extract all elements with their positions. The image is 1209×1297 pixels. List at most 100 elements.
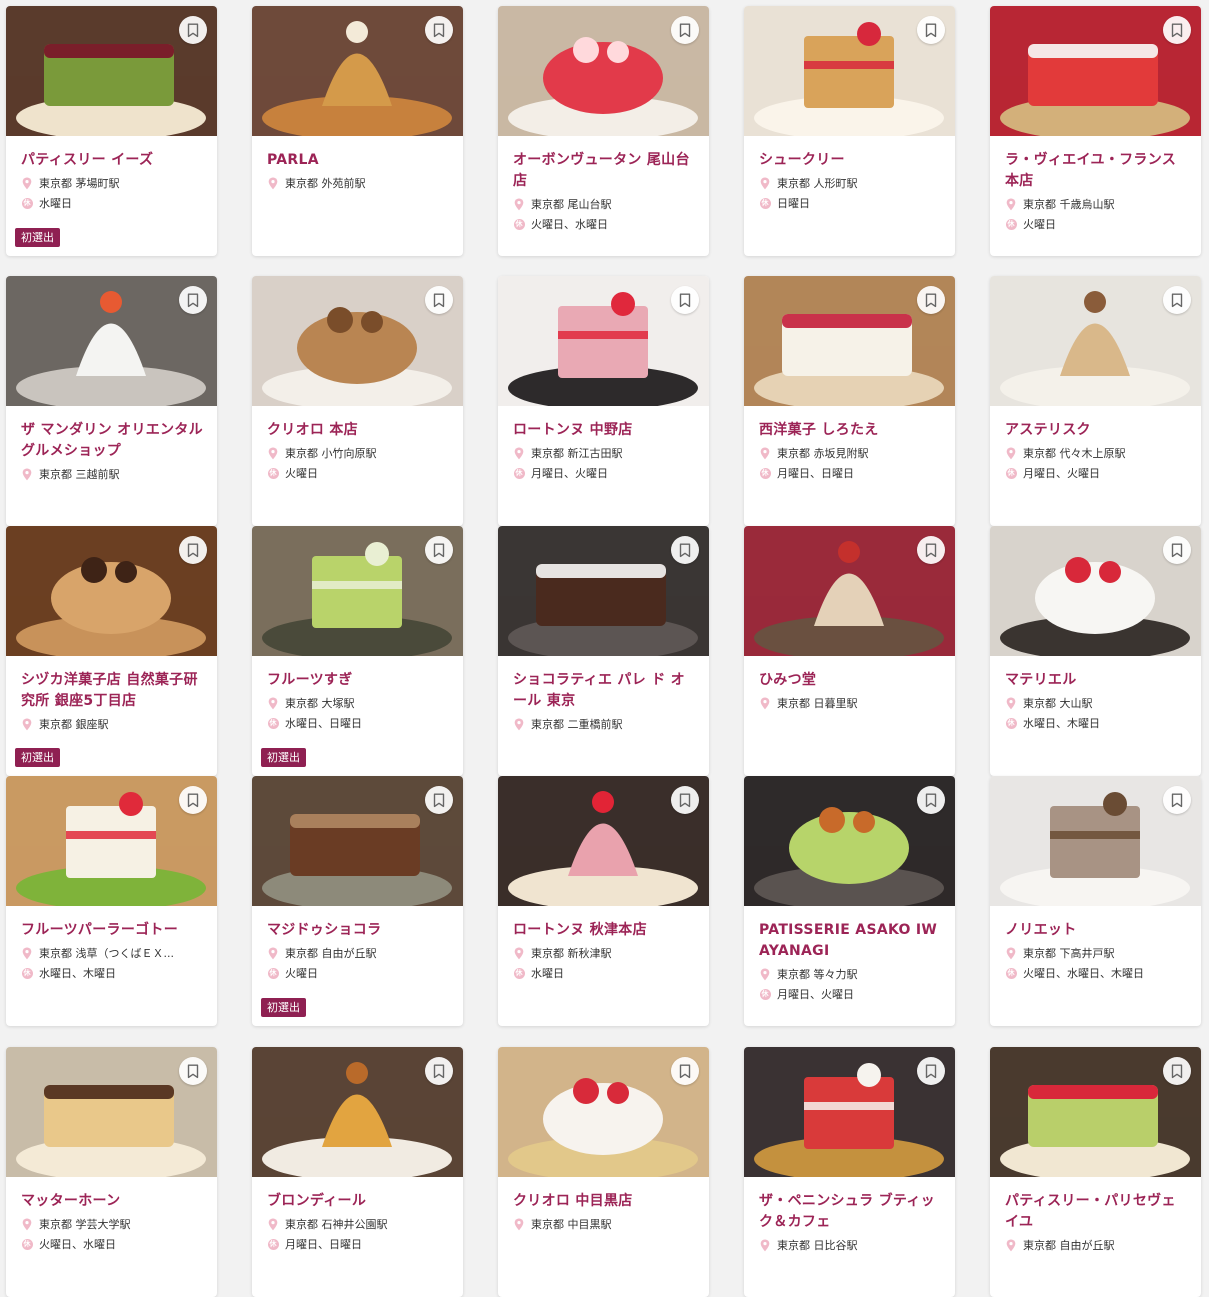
shop-name[interactable]: ザ・ペニンシュラ ブティック＆カフェ (759, 1191, 943, 1233)
closed-day-icon: 休 (267, 1239, 279, 1250)
bookmark-button[interactable] (917, 536, 945, 564)
bookmark-button[interactable] (179, 16, 207, 44)
shop-card[interactable]: アステリスク 東京都 代々木上原駅 休 月曜日、火曜日 (990, 276, 1201, 526)
shop-name[interactable]: パティスリー イーズ (21, 150, 205, 171)
bookmark-button[interactable] (671, 286, 699, 314)
shop-name[interactable]: PARLA (267, 150, 451, 171)
shop-name[interactable]: ノリエット (1005, 920, 1189, 941)
shop-card[interactable]: PATISSERIE ASAKO IWAYANAGI 東京都 等々力駅 休 月曜… (744, 776, 955, 1026)
shop-card[interactable]: シュークリー 東京都 人形町駅 休 日曜日 (744, 6, 955, 256)
shop-card[interactable]: クリオロ 本店 東京都 小竹向原駅 休 火曜日 (252, 276, 463, 526)
shop-name[interactable]: ラ・ヴィエイユ・フランス 本店 (1005, 150, 1189, 192)
shop-name[interactable]: ロートンヌ 中野店 (513, 420, 697, 441)
shop-name[interactable]: フルーツパーラーゴトー (21, 920, 205, 941)
bookmark-icon (187, 293, 199, 307)
closed-days-text: 月曜日、日曜日 (285, 1238, 362, 1251)
closed-day-icon: 休 (1005, 468, 1017, 479)
shop-name[interactable]: 西洋菓子 しろたえ (759, 420, 943, 441)
shop-name[interactable]: シュークリー (759, 150, 943, 171)
bookmark-button[interactable] (179, 786, 207, 814)
shop-name[interactable]: パティスリー・パリセヴェイユ (1005, 1191, 1189, 1233)
bookmark-button[interactable] (425, 16, 453, 44)
shop-card[interactable]: クリオロ 中目黒店 東京都 中目黒駅 (498, 1047, 709, 1297)
shop-card[interactable]: 西洋菓子 しろたえ 東京都 赤坂見附駅 休 月曜日、日曜日 (744, 276, 955, 526)
location-pin-icon (1005, 198, 1017, 211)
shop-name[interactable]: ブロンディール (267, 1191, 451, 1212)
shop-name[interactable]: マジドゥショコラ (267, 920, 451, 941)
location-row: 東京都 中目黒駅 (513, 1217, 697, 1232)
shop-name[interactable]: クリオロ 中目黒店 (513, 1191, 697, 1212)
location-text: 東京都 中目黒駅 (531, 1218, 612, 1231)
closed-days-text: 月曜日、火曜日 (531, 467, 608, 480)
shop-name[interactable]: PATISSERIE ASAKO IWAYANAGI (759, 920, 943, 962)
bookmark-icon (925, 1064, 937, 1078)
shop-card[interactable]: ショコラティエ パレ ド オール 東京 東京都 二重橋前駅 (498, 526, 709, 776)
bookmark-button[interactable] (425, 536, 453, 564)
bookmark-button[interactable] (1163, 536, 1191, 564)
bookmark-button[interactable] (917, 286, 945, 314)
shop-name[interactable]: クリオロ 本店 (267, 420, 451, 441)
shop-card[interactable]: ロートンヌ 中野店 東京都 新江古田駅 休 月曜日、火曜日 (498, 276, 709, 526)
location-pin-icon (21, 1218, 33, 1231)
shop-card[interactable]: 初選出 フルーツすぎ 東京都 大塚駅 休 水曜日、日曜日 (252, 526, 463, 776)
location-row: 東京都 学芸大学駅 (21, 1217, 205, 1232)
shop-card[interactable]: パティスリー・パリセヴェイユ 東京都 自由が丘駅 (990, 1047, 1201, 1297)
bookmark-button[interactable] (179, 1057, 207, 1085)
bookmark-button[interactable] (917, 16, 945, 44)
shop-card[interactable]: 初選出 マジドゥショコラ 東京都 自由が丘駅 休 火曜日 (252, 776, 463, 1026)
shop-card[interactable]: ひみつ堂 東京都 日暮里駅 (744, 526, 955, 776)
shop-name[interactable]: ひみつ堂 (759, 670, 943, 691)
bookmark-icon (925, 23, 937, 37)
bookmark-button[interactable] (179, 536, 207, 564)
location-pin-icon (1005, 947, 1017, 960)
shop-name[interactable]: マテリエル (1005, 670, 1189, 691)
bookmark-button[interactable] (671, 1057, 699, 1085)
bookmark-button[interactable] (671, 16, 699, 44)
shop-card[interactable]: ラ・ヴィエイユ・フランス 本店 東京都 千歳烏山駅 休 火曜日 (990, 6, 1201, 256)
location-text: 東京都 自由が丘駅 (1023, 1239, 1115, 1252)
bookmark-button[interactable] (179, 286, 207, 314)
shop-name[interactable]: シヅカ洋菓子店 自然菓子研究所 銀座5丁目店 (21, 670, 205, 712)
shop-name[interactable]: ロートンヌ 秋津本店 (513, 920, 697, 941)
shop-name[interactable]: ショコラティエ パレ ド オール 東京 (513, 670, 697, 712)
bookmark-button[interactable] (1163, 286, 1191, 314)
shop-card[interactable]: マッターホーン 東京都 学芸大学駅 休 火曜日、水曜日 (6, 1047, 217, 1297)
bookmark-button[interactable] (917, 786, 945, 814)
shop-name[interactable]: アステリスク (1005, 420, 1189, 441)
shop-card[interactable]: ザ・ペニンシュラ ブティック＆カフェ 東京都 日比谷駅 (744, 1047, 955, 1297)
bookmark-button[interactable] (425, 286, 453, 314)
shop-card[interactable]: 初選出 パティスリー イーズ 東京都 茅場町駅 休 水曜日 (6, 6, 217, 256)
bookmark-button[interactable] (1163, 786, 1191, 814)
location-text: 東京都 大塚駅 (285, 697, 355, 710)
shop-card[interactable]: ブロンディール 東京都 石神井公園駅 休 月曜日、日曜日 (252, 1047, 463, 1297)
shop-card[interactable]: オーボンヴュータン 尾山台店 東京都 尾山台駅 休 火曜日、水曜日 (498, 6, 709, 256)
bookmark-icon (679, 543, 691, 557)
shop-card[interactable]: ザ マンダリン オリエンタル グルメショップ 東京都 三越前駅 (6, 276, 217, 526)
bookmark-icon (1171, 293, 1183, 307)
bookmark-button[interactable] (1163, 1057, 1191, 1085)
location-pin-icon (21, 718, 33, 731)
bookmark-button[interactable] (425, 1057, 453, 1085)
bookmark-button[interactable] (425, 786, 453, 814)
shop-card[interactable]: ノリエット 東京都 下高井戸駅 休 火曜日、水曜日、木曜日 (990, 776, 1201, 1026)
shop-card[interactable]: ロートンヌ 秋津本店 東京都 新秋津駅 休 水曜日 (498, 776, 709, 1026)
shop-name[interactable]: オーボンヴュータン 尾山台店 (513, 150, 697, 192)
shop-card[interactable]: PARLA 東京都 外苑前駅 (252, 6, 463, 256)
closed-days-row: 休 水曜日 (21, 196, 205, 211)
location-text: 東京都 人形町駅 (777, 177, 858, 190)
bookmark-button[interactable] (671, 786, 699, 814)
location-row: 東京都 赤坂見附駅 (759, 446, 943, 461)
closed-days-row: 休 月曜日、火曜日 (759, 987, 943, 1002)
shop-card[interactable]: マテリエル 東京都 大山駅 休 水曜日、木曜日 (990, 526, 1201, 776)
location-text: 東京都 新秋津駅 (531, 947, 612, 960)
shop-card[interactable]: 初選出 シヅカ洋菓子店 自然菓子研究所 銀座5丁目店 東京都 銀座駅 (6, 526, 217, 776)
closed-day-icon: 休 (21, 968, 33, 979)
closed-days-row: 休 日曜日 (759, 196, 943, 211)
bookmark-button[interactable] (1163, 16, 1191, 44)
shop-name[interactable]: フルーツすぎ (267, 670, 451, 691)
bookmark-button[interactable] (671, 536, 699, 564)
shop-card[interactable]: フルーツパーラーゴトー 東京都 浅草（つくばＥＸ... 休 水曜日、木曜日 (6, 776, 217, 1026)
shop-name[interactable]: マッターホーン (21, 1191, 205, 1212)
bookmark-button[interactable] (917, 1057, 945, 1085)
shop-name[interactable]: ザ マンダリン オリエンタル グルメショップ (21, 420, 205, 462)
